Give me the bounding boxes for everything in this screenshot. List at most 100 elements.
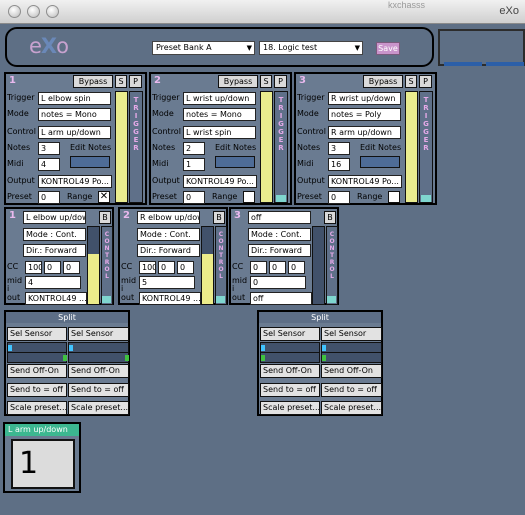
output-port-field[interactable]: KONTROL49 ... — [25, 292, 87, 305]
edit-notes-button[interactable] — [70, 156, 110, 168]
preset-field[interactable]: 0 — [328, 191, 350, 204]
notes-field[interactable]: 3 — [38, 142, 60, 155]
sensor-meter-indicator — [8, 345, 12, 351]
sensor-meter-indicator — [69, 345, 73, 351]
cc-value-field[interactable]: 0 — [288, 261, 305, 274]
b-button[interactable]: B — [213, 211, 225, 224]
preset-select[interactable]: 18. Logic test ▼ — [259, 41, 363, 55]
cc-value-field[interactable]: 0 — [269, 261, 286, 274]
direction-field[interactable]: Dir.: Forward — [23, 244, 86, 257]
output-port-field[interactable]: off — [250, 292, 312, 305]
zoom-window-button[interactable] — [46, 5, 59, 18]
scale-preset-button-a[interactable]: Scale preset... — [7, 401, 67, 415]
notes-field[interactable]: 2 — [183, 142, 205, 155]
cc-value-field[interactable]: 100 — [139, 261, 156, 274]
minimize-window-button[interactable] — [27, 5, 40, 18]
close-window-button[interactable] — [8, 5, 21, 18]
bypass-button[interactable]: Bypass — [73, 75, 113, 88]
trigger-panel-1: 1 Bypass S P Trigger L elbow spin Mode notes = … — [4, 72, 147, 205]
edit-notes-button[interactable] — [215, 156, 255, 168]
sensor-meter-indicator — [261, 345, 265, 351]
output-port-field[interactable]: KONTROL49 ... — [139, 292, 201, 305]
output-port-field[interactable]: KONTROL49 Po... — [38, 175, 112, 188]
output-port-field[interactable]: KONTROL49 Po... — [183, 175, 257, 188]
trigger-sensor-field[interactable]: L wrist up/down — [183, 92, 256, 105]
sensor-meter-indicator — [322, 345, 326, 351]
range-checkbox[interactable] — [388, 191, 400, 203]
send-to-button-b[interactable]: Send to = off — [321, 383, 382, 397]
preset-field[interactable]: 0 — [183, 191, 205, 204]
edit-notes-button[interactable] — [360, 156, 400, 168]
send-to-button-a[interactable]: Send to = off — [260, 383, 320, 397]
control-mode-field[interactable]: Mode : Cont. — [23, 228, 86, 241]
split-meter-indicator — [322, 355, 326, 361]
mode-field[interactable]: notes = Mono — [38, 108, 111, 121]
out-label: out — [232, 293, 246, 302]
scale-preset-button-a[interactable]: Scale preset... — [260, 401, 320, 415]
control-sensor-field[interactable]: off — [248, 211, 311, 224]
midi-channel-field[interactable]: 16 — [328, 158, 350, 171]
send-off-on-button-b[interactable]: Send Off-On — [68, 364, 129, 378]
b-button[interactable]: B — [324, 211, 336, 224]
cc-value-field[interactable]: 0 — [177, 261, 194, 274]
send-to-button-b[interactable]: Send to = off — [68, 383, 129, 397]
send-off-on-button-a[interactable]: Send Off-On — [260, 364, 320, 378]
p-button[interactable]: P — [129, 75, 142, 88]
send-off-on-button-b[interactable]: Send Off-On — [321, 364, 382, 378]
trigger-vertical-label: TRIGGER — [419, 91, 433, 203]
s-button[interactable]: S — [260, 75, 272, 88]
trigger-sensor-field[interactable]: L elbow spin — [38, 92, 111, 105]
control-mode-field[interactable]: Mode : Cont. — [248, 228, 311, 241]
direction-field[interactable]: Dir.: Forward — [137, 244, 200, 257]
p-button[interactable]: P — [419, 75, 432, 88]
select-sensor-button-a[interactable]: Sel Sensor — [7, 327, 67, 341]
cc-value-field[interactable]: 100 — [25, 261, 42, 274]
p-button[interactable]: P — [274, 75, 287, 88]
scale-preset-button-b[interactable]: Scale preset... — [68, 401, 129, 415]
range-checkbox[interactable] — [243, 191, 255, 203]
direction-field[interactable]: Dir.: Forward — [248, 244, 311, 257]
midi-channel-field[interactable]: 4 — [25, 276, 81, 289]
control-vertical-label: CONTROL — [101, 226, 113, 305]
midi-channel-field[interactable]: 4 — [38, 158, 60, 171]
midi-channel-field[interactable]: 1 — [183, 158, 205, 171]
output-label: Output — [152, 176, 180, 185]
cc-value-field[interactable]: 0 — [158, 261, 175, 274]
cc-value-field[interactable]: 0 — [44, 261, 61, 274]
midi-channel-field[interactable]: 0 — [250, 276, 306, 289]
select-sensor-button-b[interactable]: Sel Sensor — [321, 327, 382, 341]
trigger-level-meter — [115, 91, 128, 203]
bypass-button[interactable]: Bypass — [363, 75, 403, 88]
control-sensor-field[interactable]: R arm up/down — [328, 126, 401, 139]
trigger-panel-2: 2 Bypass S P Trigger L wrist up/down Mode notes… — [149, 72, 292, 205]
preset-field[interactable]: 0 — [38, 191, 60, 204]
save-button[interactable]: Save — [376, 42, 400, 55]
mode-field[interactable]: notes = Poly — [328, 108, 401, 121]
output-port-field[interactable]: KONTROL49 Po... — [328, 175, 402, 188]
b-button[interactable]: B — [99, 211, 111, 224]
s-button[interactable]: S — [405, 75, 417, 88]
select-sensor-button-a[interactable]: Sel Sensor — [260, 327, 320, 341]
control-sensor-field[interactable]: L elbow up/down — [23, 211, 86, 224]
notes-field[interactable]: 3 — [328, 142, 350, 155]
control-sensor-field[interactable]: L arm up/down — [38, 126, 111, 139]
control-sensor-field[interactable]: L wrist spin — [183, 126, 256, 139]
trigger-sensor-field[interactable]: R wrist up/down — [328, 92, 401, 105]
control-level-track — [312, 226, 325, 305]
preset-bank-select[interactable]: Preset Bank A ▼ — [152, 41, 255, 55]
control-mode-field[interactable]: Mode : Cont. — [137, 228, 200, 241]
select-sensor-button-b[interactable]: Sel Sensor — [68, 327, 129, 341]
send-to-button-a[interactable]: Send to = off — [7, 383, 67, 397]
send-off-on-button-a[interactable]: Send Off-On — [7, 364, 67, 378]
mode-field[interactable]: notes = Mono — [183, 108, 256, 121]
range-checkbox[interactable]: ✕ — [98, 191, 110, 203]
scale-preset-button-b[interactable]: Scale preset... — [321, 401, 382, 415]
s-button[interactable]: S — [115, 75, 127, 88]
control-sensor-field[interactable]: R elbow up/down — [137, 211, 200, 224]
bypass-button[interactable]: Bypass — [218, 75, 258, 88]
cc-value-field[interactable]: 0 — [63, 261, 80, 274]
preset-display-header: L arm up/down — [5, 424, 79, 436]
range-label: Range — [212, 192, 238, 201]
midi-channel-field[interactable]: 5 — [139, 276, 195, 289]
cc-value-field[interactable]: 0 — [250, 261, 267, 274]
